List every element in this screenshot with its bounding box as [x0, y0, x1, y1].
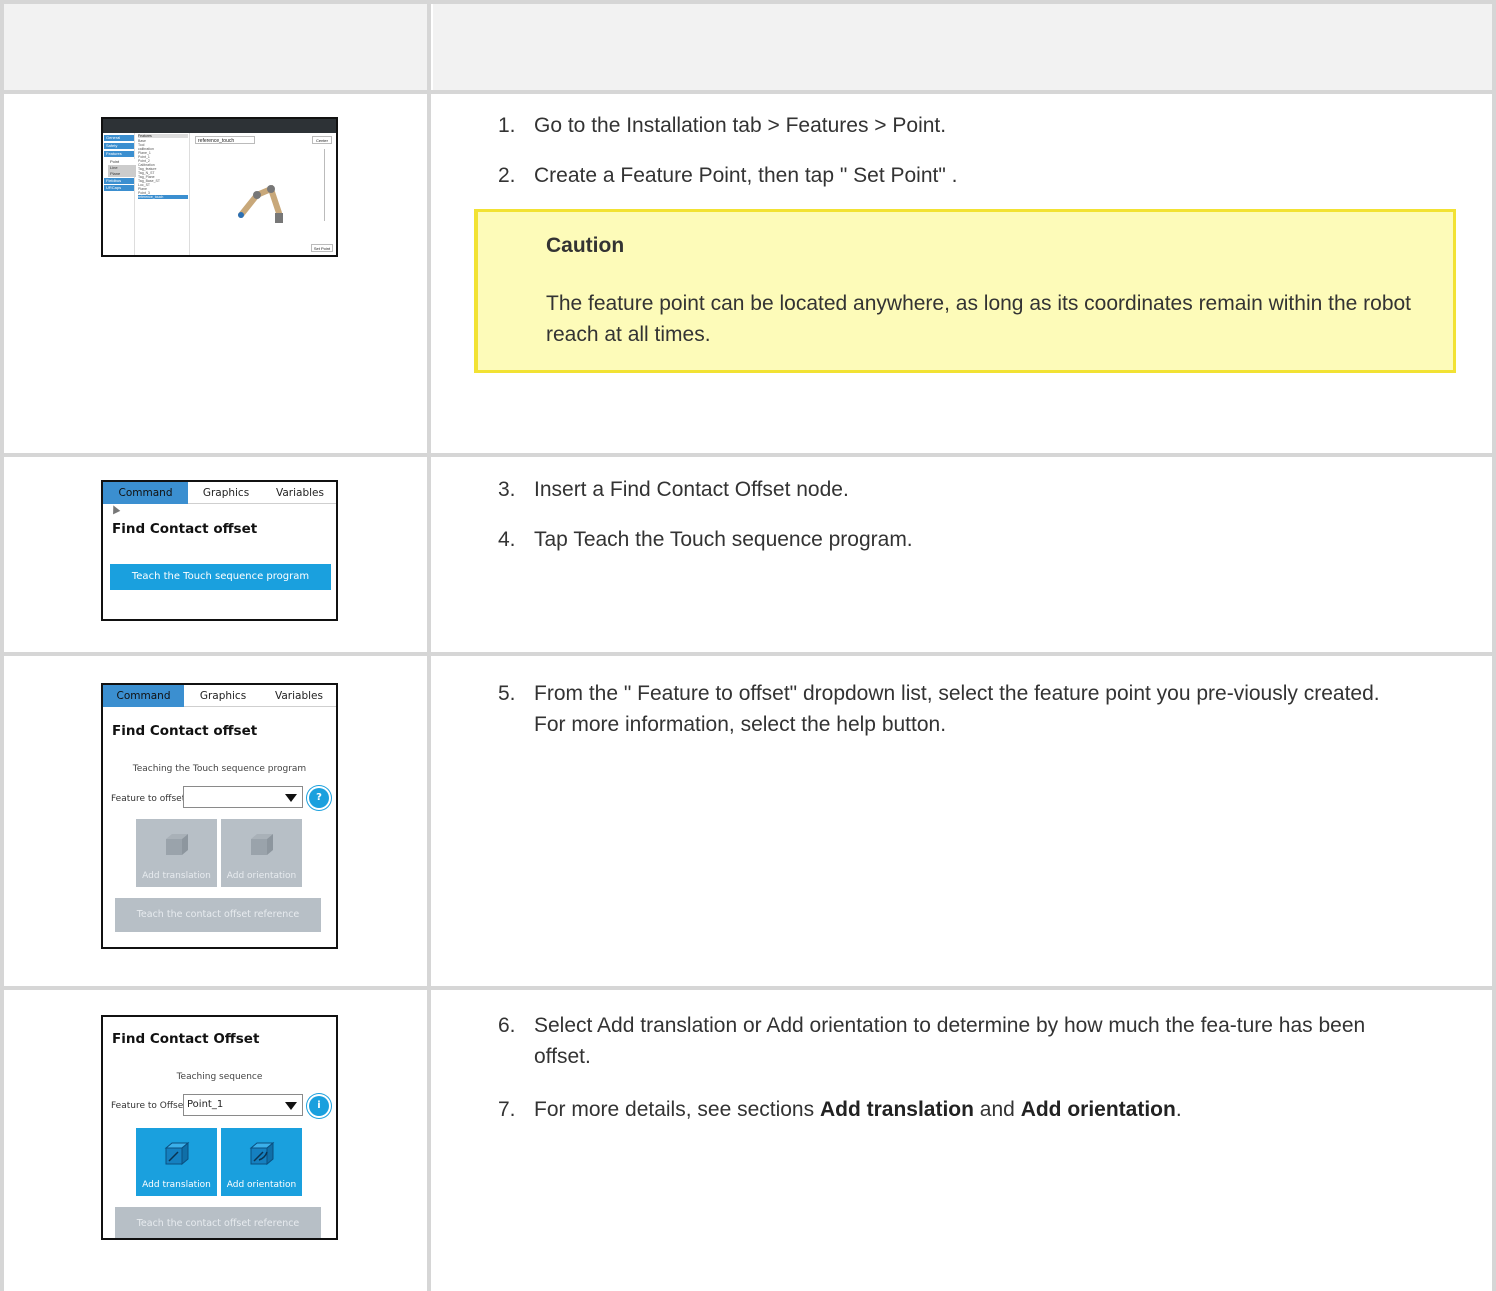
row-divider [0, 652, 1496, 656]
table-header-cell-right [433, 0, 1492, 92]
sidebar-item: General [104, 135, 134, 141]
add-translation-button[interactable]: Add translation [136, 1128, 217, 1196]
sidebar-item: URCaps [104, 185, 134, 191]
program-tabs: Command Graphics Variables [103, 482, 336, 504]
cube-icon [166, 834, 188, 855]
caution-body: The feature point can be located anywher… [546, 292, 1412, 346]
sidebar-item: Features [104, 151, 134, 157]
installation-sidebar: General Safety Features Point Line Plane… [103, 133, 138, 255]
teaching-subtitle: Teaching sequence [176, 1072, 263, 1082]
installation-screenshot: General Safety Features Point Line Plane… [101, 117, 338, 257]
feature-to-offset-dropdown[interactable] [183, 786, 303, 808]
add-orientation-label: Add orientation [226, 871, 297, 881]
tab-variables[interactable]: Variables [262, 685, 336, 707]
tab-variables[interactable]: Variables [264, 482, 336, 504]
teach-sequence-button[interactable]: Teach the Touch sequence program [110, 564, 331, 590]
feature-to-offset-dropdown[interactable]: Point_1 [183, 1094, 303, 1116]
robot-arm-image [238, 184, 283, 223]
page-title: Find Contact Offset [112, 1031, 260, 1047]
step-text: From the " Feature to offset" dropdown l… [534, 682, 1380, 736]
robot-top-bar [103, 119, 336, 133]
feature-to-offset-label: Feature to Offset [111, 1101, 187, 1111]
feature-to-offset-label: Feature to offset: [111, 794, 189, 804]
sidebar-item: Fieldbus [104, 178, 134, 184]
3d-view-panel: reference_touch Center Set Point [191, 133, 336, 255]
text-segment: For more details, see sections [534, 1098, 820, 1121]
link-add-orientation[interactable]: Add orientation [1021, 1098, 1176, 1121]
tab-command[interactable]: Command [103, 482, 188, 504]
step-text: Tap Teach the Touch sequence program. [534, 528, 913, 551]
step-text: Create a Feature Point, then tap " Set P… [534, 164, 958, 187]
orientation-icon [249, 1141, 275, 1166]
step-text: For more details, see sections Add trans… [534, 1094, 1434, 1125]
step-number: 2. [498, 164, 516, 187]
text-segment: and [973, 1098, 1021, 1121]
table-border-left [0, 0, 4, 1291]
tab-graphics[interactable]: Graphics [188, 482, 264, 504]
row-divider [0, 986, 1496, 990]
find-contact-screenshot-1: Command Graphics Variables Find Contact … [101, 480, 338, 621]
sidebar-item: Safety [104, 143, 134, 149]
page-title: Find Contact offset [112, 723, 258, 739]
features-tree: Features Base Tool calibration Plane_1 P… [136, 133, 190, 255]
add-orientation-label: Add orientation [226, 1180, 297, 1190]
page-title: Find Contact offset [112, 521, 258, 537]
find-contact-screenshot-2: Command Graphics Variables Find Contact … [101, 683, 338, 949]
find-contact-screenshot-3: Find Contact Offset Teaching sequence Fe… [101, 1015, 338, 1240]
teach-reference-button[interactable]: Teach the contact offset reference [115, 1207, 321, 1238]
translation-icon [164, 1141, 190, 1166]
teaching-subtitle: Teaching the Touch sequence program [132, 764, 307, 774]
tab-graphics[interactable]: Graphics [184, 685, 262, 707]
caution-title: Caution [546, 234, 625, 257]
caution-box: Caution The feature point can be located… [474, 209, 1456, 373]
add-translation-label: Add translation [142, 1180, 211, 1190]
chevron-down-icon [285, 1102, 297, 1110]
step-text: Insert a Find Contact Offset node. [534, 478, 849, 501]
dropdown-value: Point_1 [187, 1099, 224, 1110]
add-translation-button[interactable]: Add translation [136, 819, 217, 887]
step-number: 7. [498, 1098, 516, 1121]
add-translation-label: Add translation [142, 871, 211, 881]
chevron-down-icon [285, 794, 297, 802]
step-number: 5. [498, 682, 516, 705]
add-orientation-button[interactable]: Add orientation [221, 1128, 302, 1196]
link-add-translation[interactable]: Add translation [820, 1098, 974, 1121]
step-text: Go to the Installation tab > Features > … [534, 114, 947, 137]
program-tabs: Command Graphics Variables [103, 685, 336, 707]
set-point-button: Set Point [311, 244, 333, 252]
mouse-cursor-icon [109, 503, 121, 515]
table-column-divider [427, 0, 431, 1291]
text-segment: . [1175, 1098, 1182, 1121]
step-number: 1. [498, 114, 516, 137]
row-divider [0, 90, 1496, 94]
row-divider [0, 453, 1496, 457]
add-orientation-button[interactable]: Add orientation [221, 819, 302, 887]
teach-reference-button[interactable]: Teach the contact offset reference [115, 898, 321, 932]
center-button: Center [312, 136, 332, 144]
table-border-top [0, 0, 1496, 4]
zoom-slider [324, 149, 330, 221]
tab-command[interactable]: Command [103, 685, 184, 707]
table-header-cell-left [0, 0, 429, 92]
step-text: Select Add translation or Add orientatio… [534, 1014, 1366, 1068]
table-border-right [1492, 0, 1496, 1291]
tree-item-selected: reference_touch [138, 195, 188, 199]
feature-name-field: reference_touch [195, 136, 255, 144]
step-number: 3. [498, 478, 516, 501]
info-button[interactable]: i [309, 1096, 329, 1116]
tree-header: Features [138, 134, 188, 138]
sidebar-item: Plane [108, 171, 138, 177]
cube-icon [251, 834, 273, 855]
help-button[interactable]: ? [309, 788, 329, 808]
step-number: 6. [498, 1014, 516, 1037]
step-number: 4. [498, 528, 516, 551]
